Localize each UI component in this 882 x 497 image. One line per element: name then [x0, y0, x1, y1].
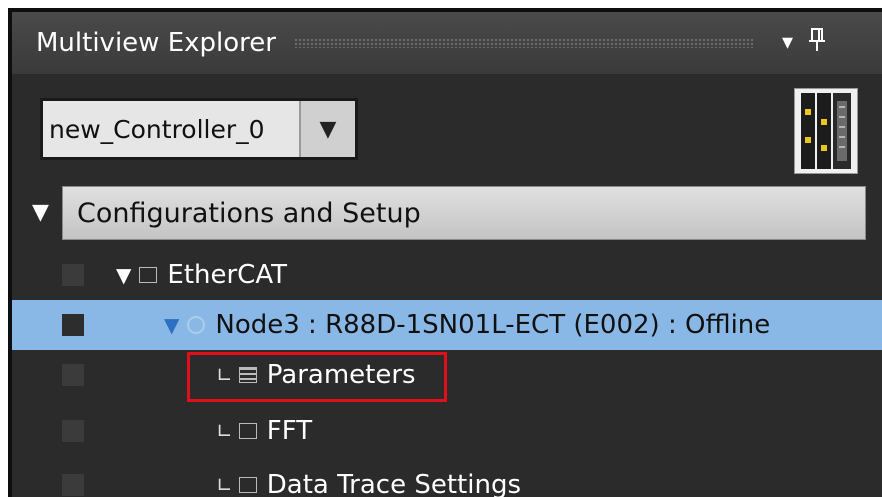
- tree-item-label: Node3 : R88D-1SN01L-ECT (E002) : Offline: [215, 310, 771, 340]
- tree-item-checkbox[interactable]: [62, 474, 84, 496]
- tree-item-fft[interactable]: ∟ FFT: [12, 406, 882, 456]
- tree-item-checkbox[interactable]: [62, 420, 84, 442]
- chevron-down-icon[interactable]: ▾: [782, 32, 793, 54]
- tree-item-checkbox[interactable]: [62, 364, 84, 386]
- expand-arrow-icon[interactable]: ▼: [116, 263, 131, 287]
- tree-branch-icon: ∟: [216, 473, 233, 497]
- tree-branch-icon: ∟: [216, 419, 233, 443]
- multiview-explorer-panel: Multiview Explorer ▾ new_Controller_0 ▼: [12, 12, 882, 497]
- titlebar-grip[interactable]: [293, 38, 754, 48]
- tree-item-data-trace-settings[interactable]: ∟ Data Trace Settings: [12, 460, 882, 497]
- fft-icon: [238, 423, 257, 439]
- tree-item-ethercat[interactable]: ▼ EtherCAT: [12, 250, 882, 300]
- controller-select[interactable]: new_Controller_0 ▼: [40, 98, 358, 160]
- tree-item-label: Data Trace Settings: [266, 470, 521, 497]
- tree-item-parameters[interactable]: ∟ Parameters: [12, 350, 882, 400]
- expand-arrow-icon[interactable]: ▼: [32, 200, 49, 225]
- tree-item-node3[interactable]: ▼ Node3 : R88D-1SN01L-ECT (E002) : Offli…: [12, 300, 882, 350]
- controller-device-icon[interactable]: [794, 88, 858, 174]
- controller-select-value: new_Controller_0: [49, 114, 265, 144]
- panel-titlebar: Multiview Explorer ▾: [12, 12, 882, 74]
- section-label: Configurations and Setup: [77, 197, 421, 229]
- panel-title: Multiview Explorer: [36, 28, 276, 58]
- multiview-explorer-frame: Multiview Explorer ▾ new_Controller_0 ▼: [8, 8, 882, 497]
- servo-drive-icon: [187, 316, 206, 334]
- pin-icon[interactable]: [807, 27, 827, 59]
- highlight-box: [187, 352, 447, 402]
- section-header[interactable]: Configurations and Setup: [62, 186, 866, 240]
- data-trace-icon: [238, 477, 257, 493]
- tree-item-label: EtherCAT: [167, 260, 287, 290]
- ethercat-network-icon: [139, 267, 158, 283]
- tree-item-checkbox[interactable]: [62, 264, 84, 286]
- tree-section-configurations[interactable]: ▼ Configurations and Setup: [12, 186, 882, 240]
- tree-item-checkbox[interactable]: [62, 314, 84, 336]
- expand-arrow-icon[interactable]: ▼: [164, 313, 179, 337]
- tree-item-label: FFT: [266, 416, 313, 446]
- dropdown-arrow-icon[interactable]: ▼: [299, 101, 355, 157]
